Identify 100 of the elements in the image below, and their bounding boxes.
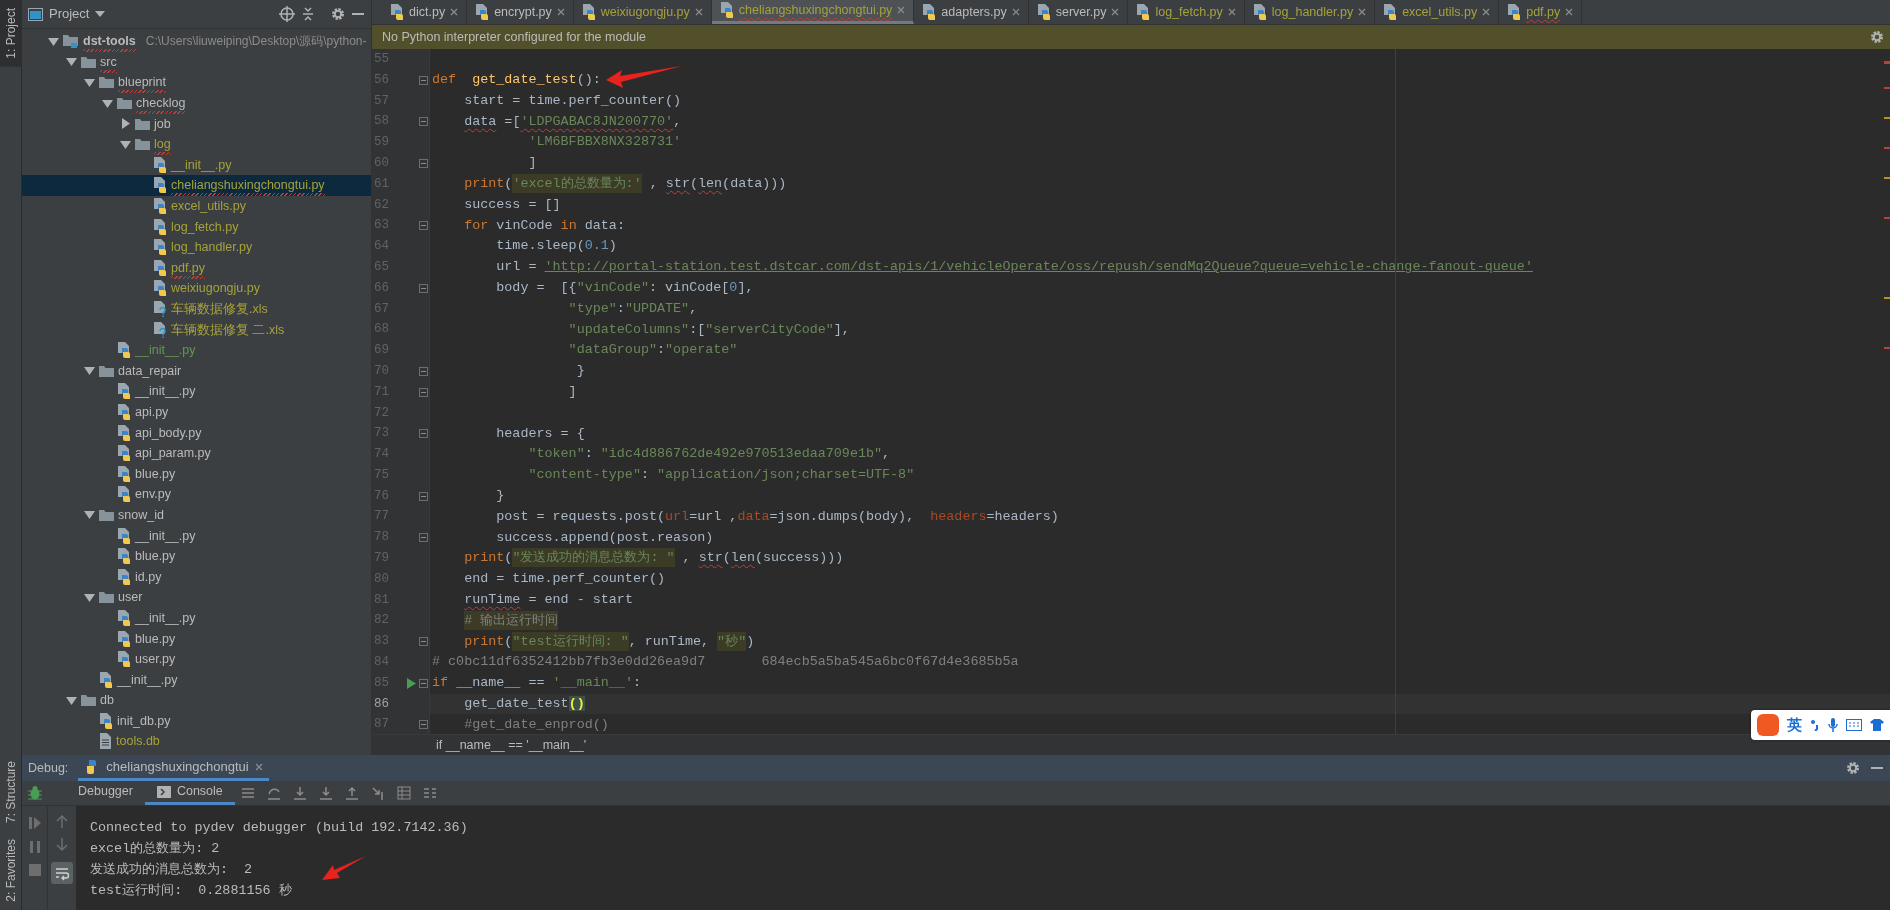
close-icon[interactable] — [254, 762, 263, 771]
panel-title[interactable]: Project — [49, 4, 90, 24]
step-into-icon[interactable] — [318, 786, 333, 800]
pause-icon[interactable] — [28, 840, 41, 854]
tree-item[interactable]: init_db.py — [22, 710, 371, 732]
tree-item[interactable]: blue.py — [22, 463, 371, 485]
editor-tab[interactable]: encrypt.py — [467, 0, 574, 24]
tree-item[interactable]: checklog — [22, 92, 371, 114]
fold-icon[interactable] — [419, 387, 428, 397]
tree-item[interactable]: __init__.py — [22, 381, 371, 402]
tree-item[interactable]: log_fetch.py — [22, 216, 371, 237]
tree-item[interactable]: job — [22, 113, 371, 134]
close-icon[interactable] — [450, 8, 459, 16]
shirt-icon[interactable] — [1870, 719, 1884, 731]
tree-item[interactable]: 车辆数据修复.xls — [22, 298, 371, 320]
panel-tab[interactable]: Debugger — [66, 781, 145, 805]
soft-wrap-icon[interactable] — [51, 862, 73, 884]
tree-item[interactable]: api_body.py — [22, 422, 371, 443]
editor-tab[interactable]: log_handler.py — [1244, 0, 1376, 24]
tree-item[interactable]: __init__.py — [22, 669, 371, 690]
editor-tab[interactable]: server.py — [1028, 0, 1129, 24]
list-icon[interactable] — [240, 786, 255, 800]
close-icon[interactable] — [1227, 8, 1236, 16]
tree-item[interactable]: api_param.py — [22, 442, 371, 464]
close-icon[interactable] — [897, 6, 906, 15]
tree-item[interactable]: data_repair — [22, 360, 371, 382]
settings-icon[interactable] — [1870, 29, 1884, 44]
tree-arrow-icon[interactable] — [66, 56, 77, 68]
tool-window-button[interactable]: 2: Favorites — [0, 831, 22, 910]
tree-arrow-icon[interactable] — [84, 365, 95, 377]
tree-item[interactable]: weixiugongju.py — [22, 278, 371, 299]
tree-item[interactable]: blue.py — [22, 545, 371, 567]
settings-icon[interactable] — [331, 7, 345, 21]
tree-arrow-icon[interactable] — [48, 35, 59, 47]
fold-icon[interactable] — [419, 637, 428, 647]
fold-icon[interactable] — [419, 533, 428, 543]
close-icon[interactable] — [1482, 8, 1491, 16]
tree-item[interactable]: excel_utils.py — [22, 195, 371, 217]
fold-icon[interactable] — [419, 366, 428, 376]
editor-tab[interactable]: excel_utils.py — [1375, 0, 1500, 24]
run-icon[interactable] — [407, 677, 416, 689]
editor-tab[interactable]: adapters.py — [914, 0, 1029, 24]
bug-icon[interactable] — [28, 786, 42, 800]
up-arrow-icon[interactable] — [56, 814, 68, 828]
tree-arrow-icon[interactable] — [120, 138, 131, 150]
resume-icon[interactable] — [27, 816, 42, 830]
tree-arrow-icon[interactable] — [66, 694, 77, 706]
tree-item[interactable]: id.py — [22, 566, 371, 588]
tree-item[interactable]: api.py — [22, 401, 371, 423]
microphone-icon[interactable] — [1828, 718, 1838, 732]
fold-icon[interactable] — [419, 283, 428, 293]
breadcrumb[interactable]: if __name__ == '__main__' — [436, 735, 587, 755]
fold-icon[interactable] — [419, 491, 428, 501]
tree-item[interactable]: blueprint — [22, 72, 371, 93]
tree-arrow-icon[interactable] — [120, 118, 131, 130]
tree-arrow-icon[interactable] — [84, 77, 95, 88]
editor-tab[interactable]: dict.py — [382, 0, 468, 24]
tree-item[interactable]: user.py — [22, 648, 371, 670]
close-icon[interactable] — [1565, 8, 1574, 16]
tree-arrow-icon[interactable] — [84, 509, 95, 521]
caret-icon[interactable] — [95, 11, 106, 17]
tree-item[interactable]: __init__.py — [22, 154, 371, 176]
tree-item[interactable]: db — [22, 690, 371, 711]
tree-item[interactable]: cheliangshuxingchongtui.py — [22, 175, 371, 196]
editor-tab[interactable]: weixiugongju.py — [573, 0, 712, 24]
close-icon[interactable] — [694, 8, 703, 16]
fold-icon[interactable] — [419, 221, 428, 231]
collapse-icon[interactable] — [301, 7, 315, 21]
down-arrow-icon[interactable] — [56, 838, 68, 852]
tool-window-button[interactable]: 7: Structure — [0, 753, 22, 832]
table-icon[interactable] — [396, 786, 411, 800]
stop-icon[interactable] — [28, 864, 41, 876]
tree-item[interactable]: src — [22, 51, 371, 73]
close-icon[interactable] — [1011, 8, 1020, 16]
fold-icon[interactable] — [419, 158, 428, 168]
fold-icon[interactable] — [419, 75, 428, 85]
tree-item[interactable]: snow_id — [22, 504, 371, 526]
step-out-icon[interactable] — [344, 786, 359, 800]
columns-icon[interactable] — [422, 786, 437, 800]
editor-tab[interactable]: log_fetch.py — [1128, 0, 1245, 24]
tool-window-button[interactable]: 1: Project — [0, 0, 22, 67]
editor-tab[interactable]: pdf.py — [1499, 0, 1583, 24]
fold-icon[interactable] — [419, 678, 428, 688]
tree-item[interactable]: 车辆数据修复 二.xls — [22, 319, 371, 340]
fold-icon[interactable] — [419, 429, 428, 439]
keyboard-icon[interactable] — [1846, 719, 1862, 731]
step-into-icon[interactable] — [292, 786, 307, 800]
close-icon[interactable] — [1358, 8, 1367, 16]
close-icon[interactable] — [556, 8, 565, 16]
tree-item[interactable]: tools.db — [22, 731, 371, 752]
run-to-cursor-icon[interactable] — [370, 786, 385, 800]
ime-mode-label[interactable]: 英 — [1787, 713, 1802, 737]
crosshair-icon[interactable] — [279, 6, 295, 22]
tree-item[interactable]: user — [22, 587, 371, 608]
tree-item[interactable]: log_handler.py — [22, 236, 371, 258]
tree-item[interactable]: env.py — [22, 484, 371, 505]
punctuation-icon[interactable] — [1810, 719, 1820, 731]
tree-item[interactable]: __init__.py — [22, 339, 371, 361]
close-icon[interactable] — [1111, 8, 1120, 16]
tree-arrow-icon[interactable] — [102, 97, 113, 109]
